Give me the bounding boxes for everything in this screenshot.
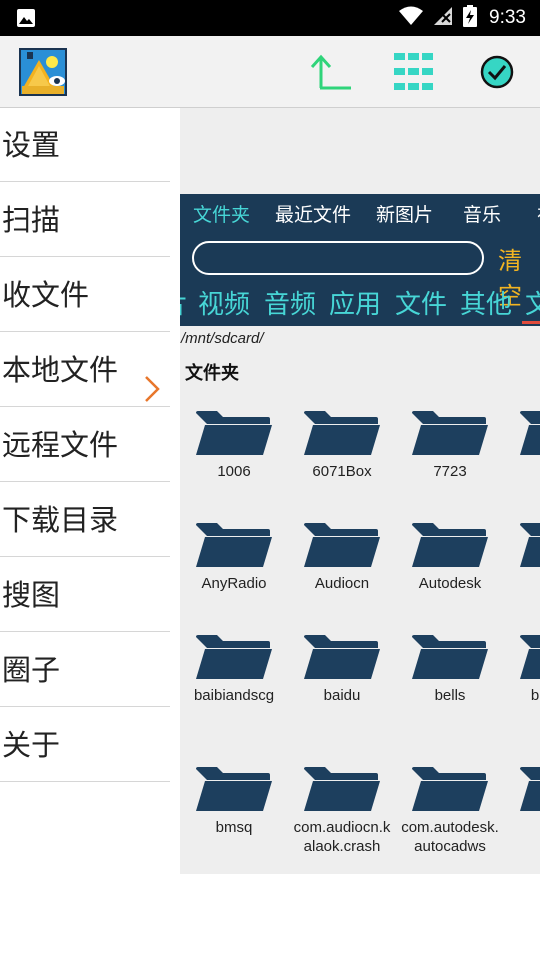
folder-item[interactable]: baibiandscg — [182, 634, 286, 705]
category-audio[interactable]: 音频 — [264, 284, 316, 321]
folder-name: A — [506, 462, 540, 481]
folder-name: ba — [506, 574, 540, 593]
folder-icon — [196, 635, 272, 679]
sidebar-item-label: 关于 — [2, 728, 61, 762]
tab-new-images[interactable]: 新图片 — [376, 200, 433, 227]
file-browser-panel: 文件夹 最近文件 新图片 音乐 视 清空 片 视频 音频 应用 文件 其他 文 … — [180, 108, 540, 874]
folder-name: Autodesk — [418, 575, 482, 592]
folder-item[interactable]: 6071Box — [290, 410, 394, 481]
folder-item[interactable]: A — [506, 410, 540, 481]
category-apps[interactable]: 应用 — [329, 284, 381, 321]
category-images[interactable]: 片 — [180, 284, 188, 321]
folder-name: 1006 — [217, 463, 251, 480]
folder-name: bells — [434, 687, 466, 704]
image-icon — [16, 8, 36, 32]
folder-name: baibiandscg — [193, 687, 275, 704]
folder-item[interactable]: bmsq — [182, 766, 286, 837]
sidebar-item-label: 搜图 — [2, 578, 61, 612]
sidebar-item-local-files[interactable]: 本地文件 — [0, 333, 170, 407]
folder-icon — [304, 635, 380, 679]
folder-item[interactable]: baidu — [290, 634, 394, 705]
battery-charging-icon — [463, 5, 478, 31]
folder-name: com.audiocn.kalaok.crash — [293, 819, 391, 855]
sidebar-item-remote-files[interactable]: 远程文件 — [0, 408, 170, 482]
sidebar-item-settings[interactable]: 设置 — [0, 108, 170, 182]
tab-recent-files[interactable]: 最近文件 — [275, 200, 351, 227]
folder-name: 7723 — [433, 463, 467, 480]
folder-icon — [304, 411, 380, 455]
category-indicator — [522, 321, 540, 324]
folder-icon — [304, 523, 380, 567]
select-check-icon[interactable] — [475, 50, 519, 94]
grid-view-icon[interactable] — [392, 50, 436, 94]
folder-item[interactable]: 7723 — [398, 410, 502, 481]
sidebar-item-label: 本地文件 — [2, 353, 119, 387]
folder-item[interactable]: bmE Co — [506, 634, 540, 705]
sidebar-item-label: 圈子 — [2, 653, 61, 687]
app-logo[interactable] — [19, 48, 67, 96]
folder-icon — [520, 767, 540, 811]
folder-icon — [196, 523, 272, 567]
folder-item[interactable]: com.autodesk.autocadws — [398, 766, 502, 856]
folder-item[interactable]: com — [506, 766, 540, 837]
sidebar-item-label: 设置 — [2, 128, 61, 162]
sidebar: 设置 扫描 收文件 本地文件 远程文件 下载目录 搜图 圈子 关于 — [0, 108, 180, 960]
wifi-icon — [399, 6, 424, 30]
sidebar-item-scan[interactable]: 扫描 — [0, 183, 170, 257]
tab-folders[interactable]: 文件夹 — [193, 200, 250, 227]
status-bar: 9:33 — [0, 0, 540, 36]
sidebar-item-circle[interactable]: 圈子 — [0, 633, 170, 707]
folder-item[interactable]: Autodesk — [398, 522, 502, 593]
folder-item[interactable]: 1006 — [182, 410, 286, 481]
category-other[interactable]: 其他 — [460, 284, 512, 321]
folder-name: bmE Co — [530, 687, 540, 704]
sidebar-item-label: 扫描 — [2, 203, 61, 237]
folder-item[interactable]: com.audiocn.kalaok.crash — [290, 766, 394, 856]
folder-name: com — [506, 818, 540, 837]
folder-icon — [412, 635, 488, 679]
current-path: /mnt/sdcard/ — [181, 330, 264, 347]
up-arrow-icon[interactable] — [309, 50, 353, 94]
category-docs[interactable]: 文 — [525, 284, 540, 321]
search-input[interactable] — [192, 241, 484, 275]
folder-icon — [196, 767, 272, 811]
sidebar-item-about[interactable]: 关于 — [0, 708, 170, 782]
clock: 9:33 — [489, 7, 526, 28]
folder-name: 6071Box — [312, 463, 372, 480]
sidebar-item-image-search[interactable]: 搜图 — [0, 558, 170, 632]
section-title: 文件夹 — [185, 363, 239, 384]
sidebar-item-receive-files[interactable]: 收文件 — [0, 258, 170, 332]
folder-name: AnyRadio — [201, 575, 267, 592]
folder-item[interactable]: AnyRadio — [182, 522, 286, 593]
folder-icon — [412, 411, 488, 455]
folder-name: Audiocn — [314, 575, 370, 592]
folder-icon — [520, 523, 540, 567]
category-video[interactable]: 视频 — [198, 284, 250, 321]
folder-name: com.autodesk.autocadws — [401, 819, 499, 855]
folder-icon — [304, 767, 380, 811]
category-files[interactable]: 文件 — [395, 284, 447, 321]
folder-name: bmsq — [215, 819, 253, 836]
folder-item[interactable]: Audiocn — [290, 522, 394, 593]
app-toolbar — [0, 36, 540, 108]
browser-header: 文件夹 最近文件 新图片 音乐 视 清空 片 视频 音频 应用 文件 其他 文 — [180, 194, 540, 326]
signal-icon — [433, 6, 453, 30]
tab-music[interactable]: 音乐 — [463, 200, 501, 227]
folder-item[interactable]: bells — [398, 634, 502, 705]
folder-icon — [520, 411, 540, 455]
sidebar-item-label: 远程文件 — [2, 428, 119, 462]
sidebar-item-label: 收文件 — [2, 278, 90, 312]
folder-item[interactable]: ba — [506, 522, 540, 593]
folder-name: baidu — [323, 687, 361, 704]
sidebar-item-label: 下载目录 — [2, 503, 119, 537]
folder-icon — [412, 767, 488, 811]
folder-icon — [520, 635, 540, 679]
folder-icon — [196, 411, 272, 455]
folder-icon — [412, 523, 488, 567]
sidebar-item-download-dir[interactable]: 下载目录 — [0, 483, 170, 557]
